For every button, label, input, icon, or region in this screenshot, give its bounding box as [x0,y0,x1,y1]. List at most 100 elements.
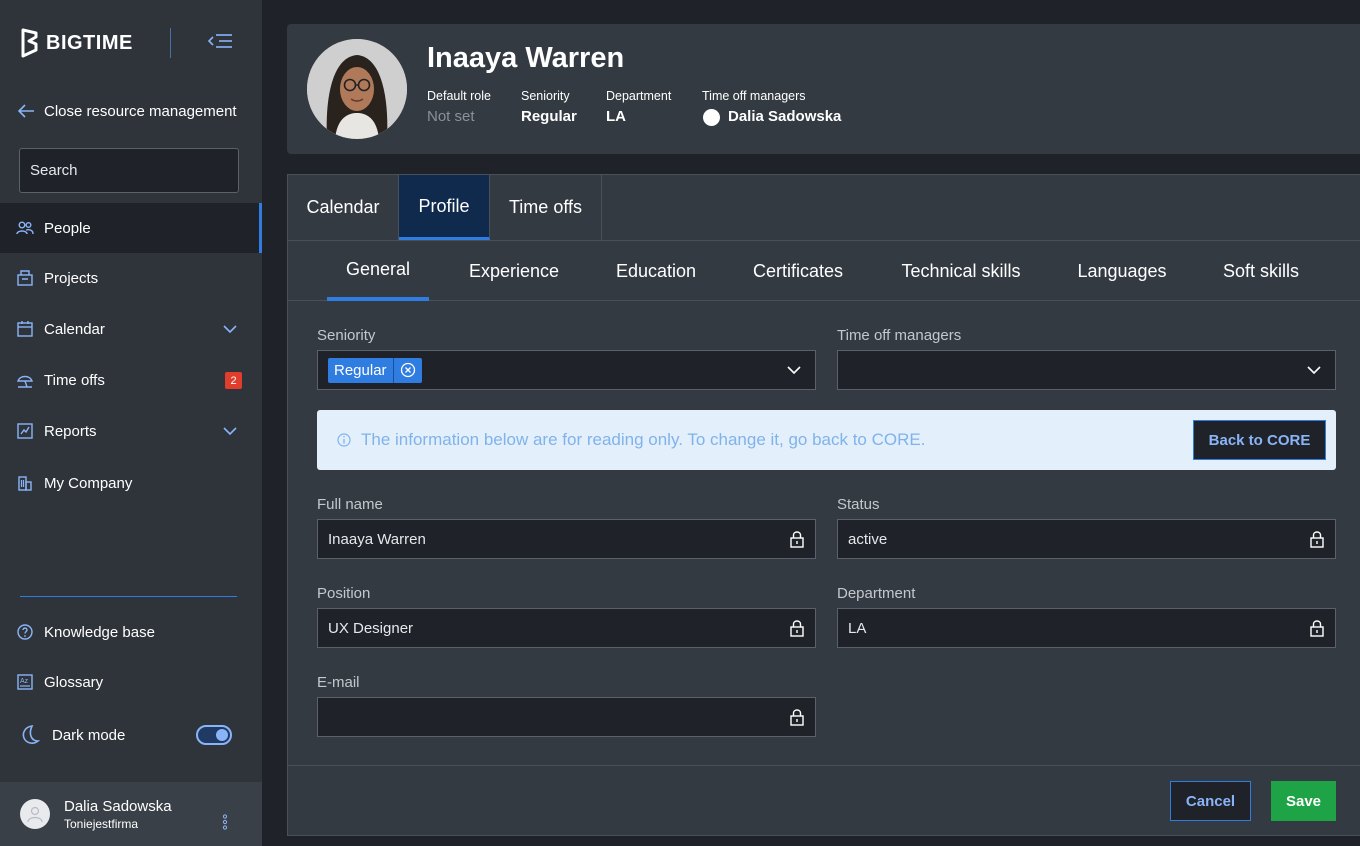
sidebar-item-glossary[interactable]: Az Glossary [0,657,262,707]
info-text: The information below are for reading on… [361,430,926,449]
time-off-managers-field-label: Time off managers [837,327,962,344]
default-role-meta: Default role Not set [427,89,491,125]
email-label: E-mail [317,674,360,691]
subtab-general[interactable]: General [327,241,429,301]
arrow-left-icon [17,104,34,118]
subtab-soft-skills[interactable]: Soft skills [1215,241,1307,301]
sidebar-item-calendar[interactable]: Calendar [0,304,262,354]
department-field-value: LA [848,619,867,637]
chevron-down-icon[interactable] [222,423,238,439]
sidebar-item-projects[interactable]: Projects [0,253,262,303]
status-value: active [848,530,888,548]
sidebar-item-label: Projects [44,269,99,287]
position-field[interactable]: UX Designer [317,608,816,648]
position-label: Position [317,585,371,602]
people-icon [16,219,34,237]
lock-icon [790,531,804,548]
back-to-core-button[interactable]: Back to CORE [1193,420,1326,460]
user-icon [27,806,43,823]
chevron-down-icon[interactable] [222,321,238,337]
sidebar-item-label: Glossary [44,673,104,691]
read-only-info-banner: The information below are for reading on… [317,410,1336,470]
calendar-icon [16,320,34,338]
seniority-select[interactable]: Regular [317,350,816,390]
sidebar-item-my-company[interactable]: My Company [0,458,262,508]
remove-chip-button[interactable] [392,357,422,383]
logo-divider [170,28,171,58]
sidebar-item-reports[interactable]: Reports [0,406,262,456]
tab-profile[interactable]: Profile [399,175,490,240]
person-name: Inaaya Warren [427,42,625,74]
tab-calendar[interactable]: Calendar [288,175,399,240]
user-avatar[interactable] [20,799,50,829]
close-resource-management-link[interactable]: Close resource management [16,102,237,120]
sidebar-item-label: People [44,219,91,237]
sidebar-divider [20,596,237,597]
close-resource-management-label: Close resource management [44,102,237,120]
time-off-managers-select[interactable] [837,350,1336,390]
subtab-education[interactable]: Education [606,241,706,301]
dark-mode-toggle[interactable] [196,725,232,745]
default-role-label: Default role [427,89,491,103]
sidebar-item-label: Reports [44,422,97,440]
manager-avatar [703,108,720,126]
cancel-button[interactable]: Cancel [1170,781,1251,821]
subtab-experience[interactable]: Experience [459,241,569,301]
full-name-field[interactable]: Inaaya Warren [317,519,816,559]
status-field[interactable]: active [837,519,1336,559]
subtab-technical-skills[interactable]: Technical skills [891,241,1031,301]
save-button[interactable]: Save [1271,781,1336,821]
seniority-chip-label: Regular [334,361,387,379]
company-icon [16,474,34,492]
kebab-menu-icon[interactable] [222,814,228,830]
toggle-knob [216,729,228,741]
user-company: Toniejestfirma [64,816,139,831]
moon-icon [16,722,42,748]
position-value: UX Designer [328,619,414,637]
time-off-managers-label: Time off managers [702,89,806,103]
user-name: Dalia Sadowska [64,797,172,815]
sidebar-item-label: Knowledge base [44,623,155,641]
time-offs-icon [16,371,34,389]
dark-mode-label: Dark mode [52,726,126,744]
chevron-down-icon[interactable] [787,363,801,377]
reports-icon [16,422,34,440]
user-bar: Dalia Sadowska Toniejestfirma [0,782,262,846]
profile-header: Inaaya Warren Default role Not set Senio… [287,24,1360,154]
email-field[interactable] [317,697,816,737]
seniority-label: Seniority [521,89,570,103]
lock-icon [1310,620,1324,637]
collapse-menu-icon [207,34,232,48]
bigtime-logo[interactable]: BIGTIME [20,28,133,58]
default-role-value: Not set [427,108,475,125]
time-off-managers-meta: Time off managers Dalia Sadowska [702,89,841,126]
subtab-certificates[interactable]: Certificates [745,241,851,301]
svg-text:Az: Az [20,678,29,685]
seniority-field-label: Seniority [317,327,376,344]
manager-name: Dalia Sadowska [728,108,842,125]
collapse-sidebar-button[interactable] [206,30,234,54]
tab-time-offs[interactable]: Time offs [490,175,602,240]
department-field[interactable]: LA [837,608,1336,648]
profile-panel: Calendar Profile Time offs General Exper… [287,174,1360,836]
profile-subtabs: General Experience Education Certificate… [288,241,1360,301]
time-offs-count-badge: 2 [225,372,242,389]
footer-divider [288,765,1360,766]
sidebar: BIGTIME Close resource management People [0,0,262,846]
sidebar-item-time-offs[interactable]: Time offs 2 [0,355,262,405]
lock-icon [790,709,804,726]
chevron-down-icon[interactable] [1307,363,1321,377]
sidebar-item-knowledge-base[interactable]: Knowledge base [0,607,262,657]
sidebar-item-label: Calendar [44,320,105,338]
subtab-languages[interactable]: Languages [1067,241,1177,301]
department-label: Department [606,89,672,103]
seniority-meta: Seniority Regular [521,89,577,125]
user-info: Dalia Sadowska Toniejestfirma [64,798,172,831]
info-icon [337,433,351,447]
time-off-manager: Dalia Sadowska [702,108,841,126]
glossary-icon: Az [16,673,34,691]
help-icon [16,623,34,641]
sidebar-item-people[interactable]: People [0,203,262,253]
lock-icon [1310,531,1324,548]
search-input[interactable] [30,162,229,179]
